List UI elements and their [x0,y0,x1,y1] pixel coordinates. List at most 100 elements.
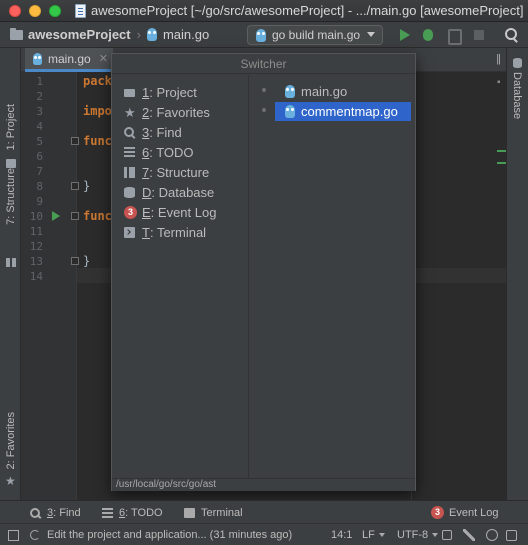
file-encoding[interactable]: UTF-8 [397,524,439,545]
tool-tab-favorites[interactable]: 2: Favorites ★ [1,412,20,488]
switcher-item-project[interactable]: 1: Project [124,82,197,102]
tool-tab-database[interactable]: Database [511,72,523,119]
minimize-window-button[interactable] [29,4,41,17]
go-file-icon [33,52,42,65]
status-bar: Edit the project and application... (31 … [0,523,528,545]
line-number: 2 [36,90,43,103]
line-separator[interactable]: LF [362,524,385,545]
code-line: } [83,179,91,193]
chevron-down-icon [432,533,439,537]
editor-tab-main-go[interactable]: main.go ✕ [25,48,113,72]
debug-icon[interactable] [419,26,437,44]
inspection-indicator[interactable]: ▪ [497,77,501,88]
window-title: awesomeProject [~/go/src/awesomeProject]… [91,3,524,18]
go-file-icon [285,85,295,98]
close-tab-icon[interactable]: ✕ [99,52,108,65]
right-tool-strip: Database [506,48,528,500]
fold-marker-icon[interactable] [71,257,79,265]
line-number: 8 [36,180,43,193]
status-message[interactable]: Edit the project and application... (31 … [47,524,292,545]
fold-marker-icon[interactable] [71,137,79,145]
breadcrumb-chevron-icon: › [136,27,141,42]
switcher-item-database[interactable]: D: Database [124,182,214,202]
run-configuration-select[interactable]: go build main.go [247,25,383,45]
search-everywhere-icon[interactable] [502,26,520,44]
tool-windows-toggle[interactable] [8,524,19,545]
switcher-item-terminal[interactable]: T: Terminal [124,222,206,242]
code-line: func [83,209,112,223]
database-icon [513,58,522,68]
tool-button-todo[interactable]: 6: TODO [102,501,163,524]
change-marker[interactable] [497,150,506,152]
switcher-tool-windows: 1: Project ★ 2: Favorites 3: Find 6: TOD… [112,75,249,479]
settings-button[interactable] [463,524,475,545]
line-number: 3 [36,105,43,118]
zoom-window-button[interactable] [49,4,61,17]
tab-overflow-icon[interactable]: || [496,53,501,65]
run-configuration-label: go build main.go [272,28,361,42]
list-icon [124,147,135,157]
switcher-item-find[interactable]: 3: Find [124,122,182,142]
change-marker[interactable] [497,162,506,164]
caret-position[interactable]: 14:1 [331,524,352,545]
events-icon [506,529,517,541]
window-controls [9,4,61,17]
bottom-tool-bar: 3: Find 6: TODO Terminal 3 Event Log [0,500,528,523]
go-file-icon [256,28,266,42]
switcher-item-structure[interactable]: 7: Structure [124,162,209,182]
project-folder-icon [10,27,23,40]
line-number: 4 [36,120,43,133]
fold-marker-icon[interactable] [71,212,79,220]
structure-icon [6,258,16,267]
background-task[interactable] [30,524,40,545]
code-line: pack [83,74,112,88]
switcher-path: /usr/local/go/src/go/ast [112,478,415,491]
run-icon[interactable] [395,26,413,44]
breadcrumb-file[interactable]: main.go [163,27,209,42]
run-gutter-icon[interactable] [52,211,60,221]
line-number: 10 [29,210,43,223]
line-number: 1 [36,75,43,88]
switcher-title: Switcher [112,54,415,74]
code-line: func [83,134,112,148]
breadcrumb-project[interactable]: awesomeProject [28,27,131,42]
terminal-icon [184,507,195,518]
switcher-file-commentmap-go[interactable]: commentmap.go [275,102,411,121]
tool-tab-project[interactable]: 1: Project [1,104,20,168]
progress-spinner-icon [30,530,40,540]
line-number: 14 [29,270,43,283]
tool-button-event-log[interactable]: 3 Event Log [431,501,499,524]
events-button[interactable] [506,524,517,545]
switcher-item-todo[interactable]: 6: TODO [124,142,194,162]
tool-tab-structure[interactable]: 7: Structure [1,168,20,267]
stop-icon[interactable] [470,26,488,44]
tool-tab-project-label: 1: Project [4,104,17,151]
editor-gutter: 1 2 3 4 5 6 7 8 9 10 11 12 13 14 [21,72,79,500]
lock-icon [442,530,452,540]
wrench-icon [463,529,475,541]
line-number: 9 [36,195,43,208]
lock-toggle[interactable] [442,524,452,545]
tool-button-find[interactable]: 3: Find [30,501,81,524]
event-log-badge-icon: 3 [124,205,137,219]
event-log-badge-icon: 3 [431,506,444,519]
folder-icon [124,89,135,97]
inspector-face-icon [486,529,498,541]
switcher-item-favorites[interactable]: ★ 2: Favorites [124,102,210,122]
switcher-item-event-log[interactable]: 3 E: Event Log [124,202,216,222]
run-with-coverage-icon[interactable] [444,26,462,45]
structure-icon [124,166,135,178]
switcher-file-main-go[interactable]: main.go [275,82,355,101]
line-number: 12 [29,240,43,253]
inspections-button[interactable] [486,524,498,545]
left-tool-strip: 1: Project 7: Structure 2: Favorites ★ [0,48,21,500]
list-icon [102,507,113,518]
database-icon [124,186,135,198]
tool-button-terminal[interactable]: Terminal [184,501,243,524]
close-window-button[interactable] [9,4,21,17]
line-number: 5 [36,135,43,148]
code-line: } [83,254,91,268]
fold-marker-icon[interactable] [71,182,79,190]
tool-tab-structure-label: 7: Structure [4,168,17,225]
title-bar: awesomeProject [~/go/src/awesomeProject]… [0,0,528,22]
